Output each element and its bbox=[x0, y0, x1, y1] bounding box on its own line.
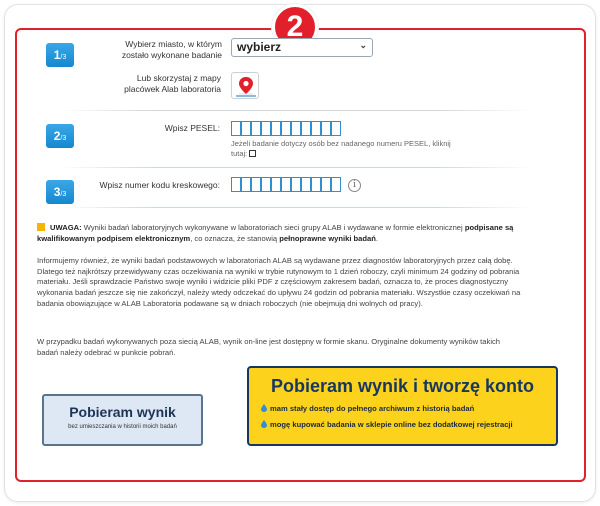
divider bbox=[60, 207, 530, 208]
barcode-input[interactable] bbox=[231, 177, 341, 192]
drop-icon bbox=[261, 420, 267, 428]
map-button[interactable] bbox=[231, 72, 259, 99]
scan-paragraph: W przypadku badań wykonywanych poza siec… bbox=[37, 337, 501, 357]
info-paragraph: Informujemy również, że wyniki badań pod… bbox=[37, 256, 521, 308]
download-result-subtitle: bez umieszczania w historii moich badań bbox=[68, 424, 177, 430]
create-account-title: Pobieram wynik i tworzę konto bbox=[270, 376, 535, 396]
warning-square-icon bbox=[37, 223, 45, 231]
warning-text: UWAGA: Wyniki badań laboratoryjnych wyko… bbox=[37, 223, 514, 243]
step-2-number: 2/3 bbox=[46, 124, 74, 148]
pesel-input[interactable] bbox=[231, 121, 341, 136]
pesel-note: Jeżeli badanie dotyczy osób bez nadanego… bbox=[231, 139, 451, 158]
drop-icon bbox=[261, 404, 267, 412]
map-label: Lub skorzystaj z mapy placówek Alab labo… bbox=[124, 73, 221, 94]
download-result-button[interactable]: Pobieram wynik bez umieszczania w histor… bbox=[42, 394, 203, 446]
city-select[interactable]: wybierz ⌄ bbox=[231, 38, 373, 57]
no-pesel-checkbox[interactable] bbox=[249, 150, 257, 157]
city-label: Wybierz miasto, w którym zostało wykonan… bbox=[121, 39, 222, 60]
benefit-item: mogę kupować badania w sklepie online be… bbox=[261, 420, 556, 429]
download-and-create-account-button[interactable]: Pobieram wynik i tworzę konto mam stały … bbox=[247, 366, 558, 446]
map-pin-icon bbox=[236, 77, 256, 97]
download-result-title: Pobieram wynik bbox=[69, 404, 176, 420]
barcode-label: Wpisz numer kodu kreskowego: bbox=[99, 180, 220, 190]
step-3-number: 3/3 bbox=[46, 180, 74, 204]
info-icon[interactable]: i bbox=[348, 179, 361, 192]
benefit-item: mam stały dostęp do pełnego archiwum z h… bbox=[261, 404, 556, 413]
chevron-down-icon: ⌄ bbox=[359, 40, 367, 50]
pesel-label: Wpisz PESEL: bbox=[164, 123, 220, 133]
divider bbox=[60, 110, 530, 111]
divider bbox=[60, 167, 530, 168]
step-1-number: 1/3 bbox=[46, 43, 74, 67]
